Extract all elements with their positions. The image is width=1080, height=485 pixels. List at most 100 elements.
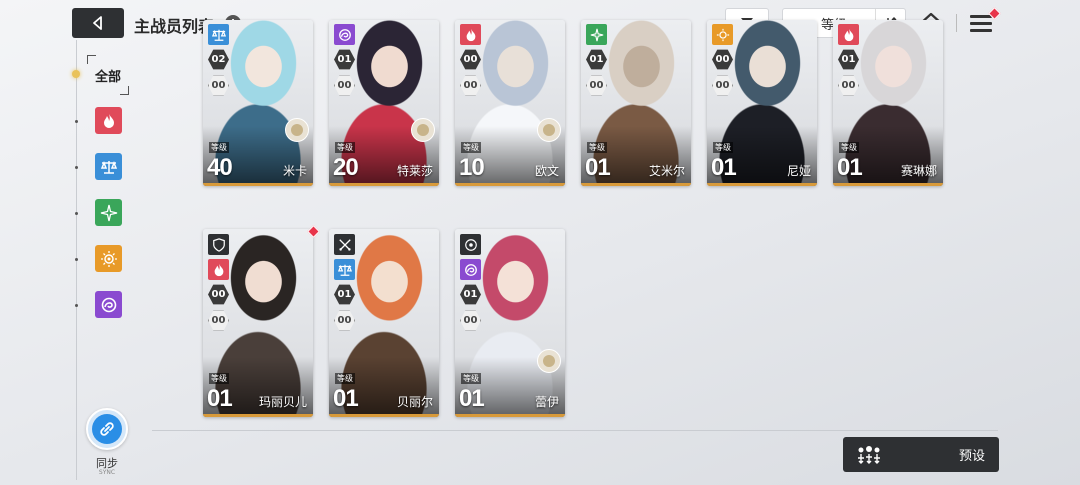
page-title: 主战员列表 <box>134 17 215 36</box>
rank-badge: 00 <box>712 49 733 70</box>
link-icon <box>100 422 114 436</box>
category-compass[interactable] <box>95 199 122 226</box>
character-card[interactable]: 00 00 等级 10 欧文 <box>455 20 565 186</box>
level-tag: 等级 <box>335 142 355 153</box>
team-icon <box>849 445 889 465</box>
level-number: 01 <box>711 154 737 181</box>
flame-icon <box>838 24 859 45</box>
card-accent-line <box>329 414 439 417</box>
companion-avatar <box>411 118 435 142</box>
rank-badge: 01 <box>586 49 607 70</box>
awaken-badge: 00 <box>208 310 229 331</box>
category-dot <box>75 258 78 261</box>
card-badges: 00 00 <box>460 24 481 101</box>
character-name: 赛琳娜 <box>900 164 937 178</box>
rank-badge: 01 <box>334 284 355 305</box>
menu-icon-bar <box>970 29 992 32</box>
sync-button[interactable] <box>86 408 128 450</box>
character-name: 尼娅 <box>786 164 811 178</box>
back-button[interactable] <box>72 8 124 38</box>
character-card[interactable]: 01 00 等级 01 蕾伊 <box>455 229 565 417</box>
flame-icon <box>460 24 481 45</box>
card-badges: 00 00 <box>712 24 733 101</box>
category-scale[interactable] <box>95 153 122 180</box>
character-card[interactable]: 01 00 等级 01 艾米尔 <box>581 20 691 186</box>
card-accent-line <box>455 183 565 186</box>
character-name: 艾米尔 <box>648 164 685 178</box>
level-number: 40 <box>207 154 233 181</box>
character-name: 欧文 <box>534 164 559 178</box>
level-number: 01 <box>207 385 233 412</box>
character-name: 米卡 <box>282 164 307 178</box>
crossed-swords-icon <box>334 234 355 255</box>
rank-badge: 01 <box>838 49 859 70</box>
card-accent-line <box>833 183 943 186</box>
category-dot <box>75 166 78 169</box>
rank-badge: 00 <box>460 49 481 70</box>
vortex-icon <box>334 24 355 45</box>
card-badges: 00 00 <box>208 234 229 336</box>
character-card[interactable]: 02 00 等级 40 米卡 <box>203 20 313 186</box>
compass-star-icon <box>586 24 607 45</box>
companion-avatar <box>537 118 561 142</box>
awaken-badge: 00 <box>460 75 481 96</box>
card-badges: 01 00 <box>586 24 607 101</box>
compass-star-icon <box>100 204 117 221</box>
scale-icon <box>100 160 117 174</box>
category-flame[interactable] <box>95 107 122 134</box>
rank-badge: 02 <box>208 49 229 70</box>
category-dot <box>75 212 78 215</box>
level-tag: 等级 <box>461 142 481 153</box>
category-dot <box>75 304 78 307</box>
level-tag: 等级 <box>587 142 607 153</box>
back-arrow-icon <box>93 16 102 30</box>
awaken-badge: 00 <box>586 75 607 96</box>
level-tag: 等级 <box>209 373 229 384</box>
companion-avatar <box>285 118 309 142</box>
awaken-badge: 00 <box>460 310 481 331</box>
rank-badge: 00 <box>208 284 229 305</box>
card-badges: 01 00 <box>334 24 355 101</box>
card-accent-line <box>203 414 313 417</box>
character-card[interactable]: 01 00 等级 01 贝丽尔 <box>329 229 439 417</box>
category-all[interactable]: 全部 <box>87 55 129 95</box>
vortex-icon <box>101 297 116 312</box>
flame-icon <box>208 259 229 280</box>
preset-label: 预设 <box>958 449 985 464</box>
selected-indicator <box>72 70 80 78</box>
level-tag: 等级 <box>713 142 733 153</box>
target-icon <box>460 234 481 255</box>
card-badges: 02 00 <box>208 24 229 101</box>
card-badges: 01 00 <box>838 24 859 101</box>
character-name: 特莱莎 <box>396 164 433 178</box>
level-number: 01 <box>459 385 485 412</box>
character-card[interactable]: 01 00 等级 01 赛琳娜 <box>833 20 943 186</box>
level-tag: 等级 <box>209 142 229 153</box>
awaken-badge: 00 <box>334 75 355 96</box>
awaken-badge: 00 <box>838 75 859 96</box>
character-name: 蕾伊 <box>534 395 559 409</box>
preset-button[interactable]: 预设 <box>843 437 999 472</box>
card-badges: 01 00 <box>460 234 481 336</box>
sync-icon-bg <box>92 414 122 444</box>
scale-icon <box>208 24 229 45</box>
level-number: 01 <box>837 154 863 181</box>
scale-icon <box>334 259 355 280</box>
level-tag: 等级 <box>839 142 859 153</box>
card-badges: 01 00 <box>334 234 355 336</box>
level-number: 01 <box>585 154 611 181</box>
awaken-badge: 00 <box>334 310 355 331</box>
card-accent-line <box>329 183 439 186</box>
level-tag: 等级 <box>461 373 481 384</box>
character-card[interactable]: 01 00 等级 20 特莱莎 <box>329 20 439 186</box>
flame-icon <box>103 113 114 128</box>
character-card[interactable]: 00 00 等级 01 尼娅 <box>707 20 817 186</box>
card-accent-line <box>203 183 313 186</box>
sun-icon <box>712 24 733 45</box>
category-sun[interactable] <box>95 245 122 272</box>
character-name: 玛丽贝儿 <box>258 395 307 409</box>
awaken-badge: 00 <box>208 75 229 96</box>
category-vortex[interactable] <box>95 291 122 318</box>
menu-icon-bar <box>970 15 992 18</box>
character-card[interactable]: 00 00 等级 01 玛丽贝儿 <box>203 229 313 417</box>
